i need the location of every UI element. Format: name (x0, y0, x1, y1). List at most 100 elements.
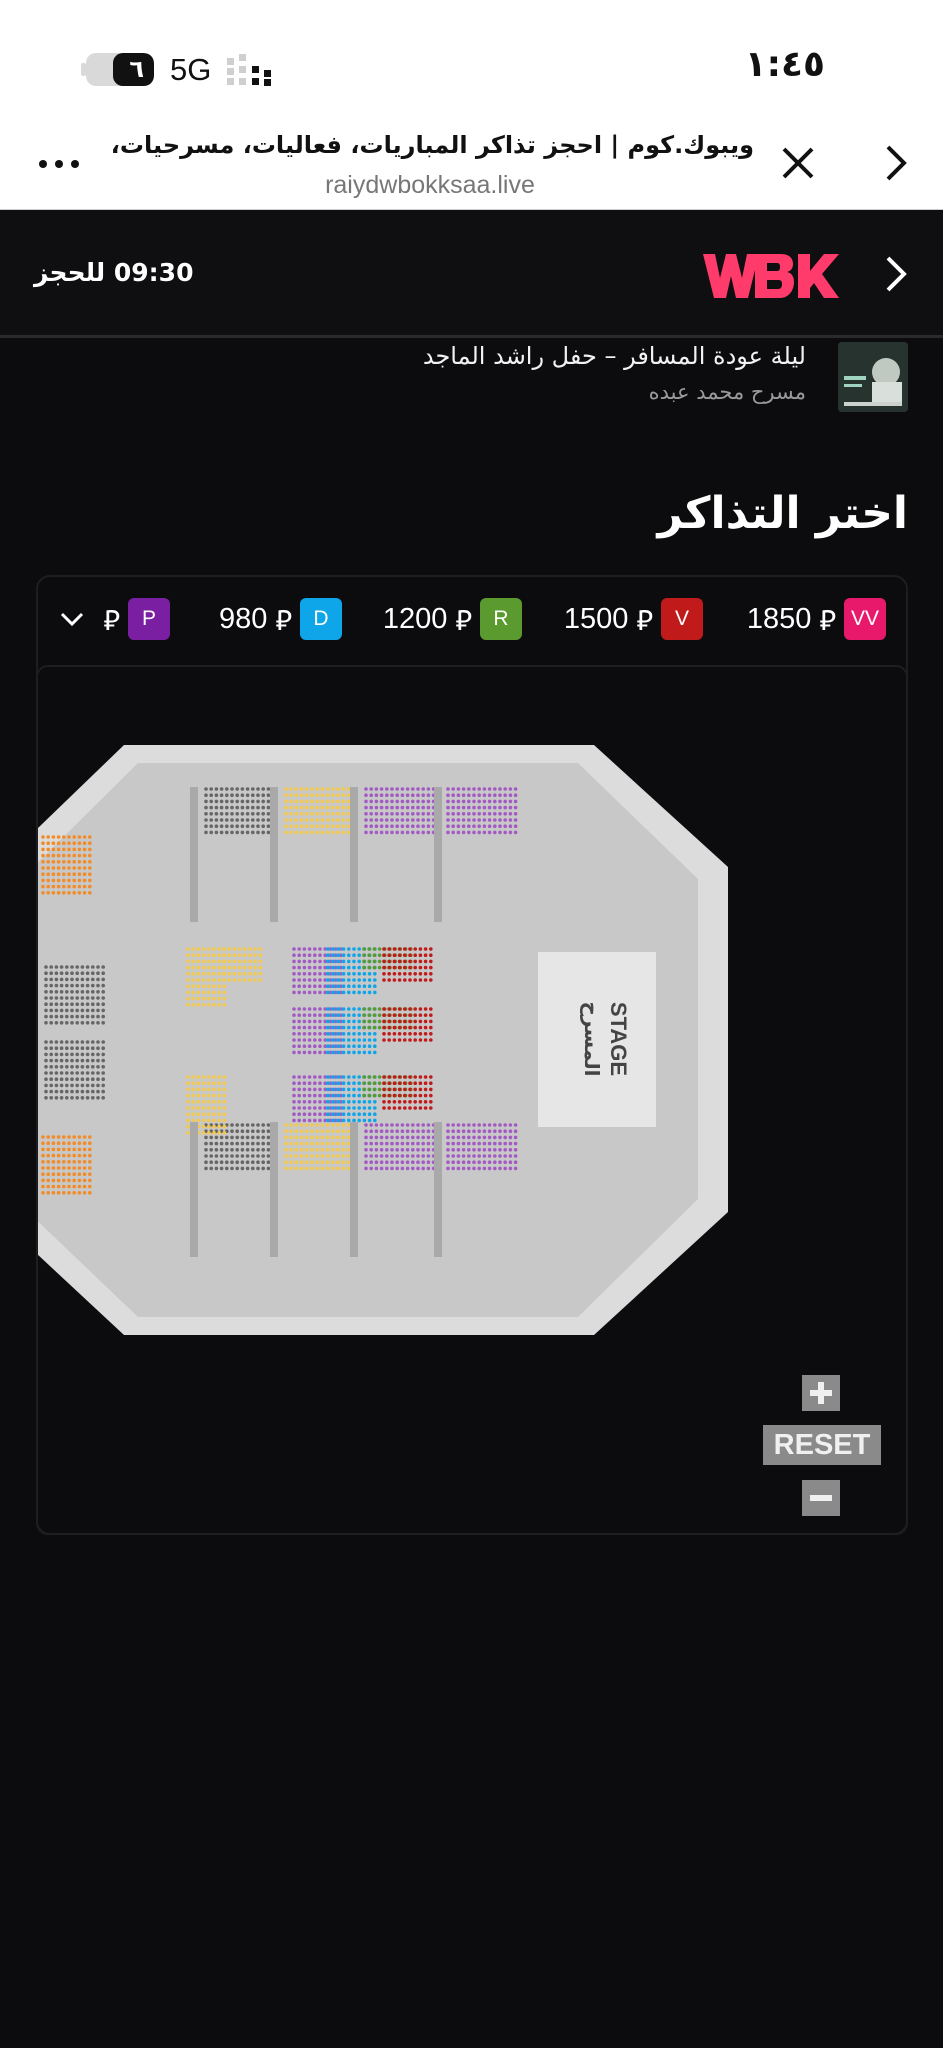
seat[interactable] (403, 978, 407, 982)
seat[interactable] (217, 1075, 221, 1079)
seat[interactable] (191, 947, 195, 951)
seat[interactable] (362, 1118, 367, 1123)
seat[interactable] (214, 830, 219, 835)
seat[interactable] (91, 1046, 95, 1050)
seat[interactable] (423, 1019, 428, 1024)
seat[interactable] (302, 1106, 307, 1110)
seat[interactable] (292, 978, 296, 982)
seat[interactable] (331, 805, 335, 810)
seat[interactable] (397, 1019, 402, 1024)
seat[interactable] (201, 1112, 206, 1116)
seat[interactable] (214, 1135, 219, 1140)
seat[interactable] (299, 799, 304, 804)
seat[interactable] (80, 1083, 85, 1088)
seat[interactable] (96, 990, 100, 994)
seat[interactable] (421, 805, 426, 810)
seat[interactable] (487, 1148, 492, 1152)
seat[interactable] (395, 1135, 400, 1140)
seat[interactable] (456, 1166, 461, 1171)
seat[interactable] (207, 1075, 211, 1079)
seat[interactable] (46, 878, 50, 883)
seat[interactable] (72, 835, 76, 839)
seat[interactable] (382, 978, 386, 982)
seat[interactable] (331, 972, 336, 976)
seat[interactable] (289, 1123, 293, 1127)
seat[interactable] (372, 947, 377, 951)
seat[interactable] (411, 1154, 415, 1158)
seat[interactable] (336, 1135, 340, 1140)
seat[interactable] (421, 818, 426, 822)
seat[interactable] (498, 1148, 502, 1152)
seat[interactable] (77, 1191, 82, 1195)
seat[interactable] (80, 1021, 85, 1025)
seat[interactable] (266, 805, 271, 810)
seat[interactable] (297, 1044, 302, 1048)
seat[interactable] (256, 1129, 260, 1133)
seat[interactable] (313, 953, 317, 957)
seat[interactable] (377, 1081, 382, 1085)
seat[interactable] (212, 1112, 216, 1116)
seat[interactable] (49, 983, 53, 988)
seat[interactable] (62, 853, 66, 858)
seat[interactable] (232, 978, 237, 982)
seat[interactable] (75, 1021, 79, 1025)
seat[interactable] (75, 1008, 79, 1013)
seat[interactable] (341, 1019, 346, 1024)
seat[interactable] (307, 959, 312, 964)
seat[interactable] (310, 818, 314, 822)
seat[interactable] (302, 1075, 307, 1079)
seat[interactable] (266, 1141, 271, 1146)
seat[interactable] (305, 1148, 309, 1152)
seat[interactable] (207, 1131, 211, 1135)
seat[interactable] (385, 793, 389, 797)
seat[interactable] (461, 799, 466, 804)
seat[interactable] (209, 805, 213, 810)
seat[interactable] (315, 1141, 320, 1146)
seat[interactable] (59, 1083, 64, 1088)
seat[interactable] (222, 1087, 227, 1092)
seat[interactable] (289, 805, 293, 810)
seat[interactable] (331, 1075, 336, 1079)
seat[interactable] (392, 959, 397, 964)
seat[interactable] (204, 793, 208, 797)
seat[interactable] (251, 799, 255, 804)
seat[interactable] (418, 972, 423, 976)
seat[interactable] (51, 1191, 56, 1195)
seat[interactable] (289, 1129, 293, 1133)
seat[interactable] (245, 824, 250, 828)
seat[interactable] (186, 1087, 190, 1092)
seat[interactable] (408, 1075, 412, 1079)
seat[interactable] (315, 1129, 320, 1133)
seat[interactable] (347, 1081, 351, 1085)
seat[interactable] (320, 1148, 325, 1152)
seat[interactable] (88, 891, 92, 895)
seat[interactable] (395, 1129, 400, 1133)
seat[interactable] (498, 812, 502, 816)
seat[interactable] (331, 1100, 336, 1104)
seat[interactable] (204, 805, 208, 810)
seat[interactable] (72, 1166, 76, 1170)
seat[interactable] (201, 947, 206, 951)
seat[interactable] (82, 1153, 87, 1158)
seat[interactable] (307, 1044, 312, 1048)
seat[interactable] (390, 1148, 394, 1152)
seat[interactable] (405, 830, 410, 835)
seat[interactable] (307, 1100, 312, 1104)
seat[interactable] (245, 805, 250, 810)
seat[interactable] (341, 818, 346, 822)
seat[interactable] (429, 959, 433, 964)
seat[interactable] (75, 1065, 79, 1069)
seat[interactable] (357, 1106, 362, 1110)
seat[interactable] (85, 1052, 90, 1057)
seat[interactable] (405, 793, 410, 797)
seat[interactable] (240, 818, 245, 822)
seat[interactable] (508, 1129, 513, 1133)
seat[interactable] (347, 1093, 351, 1098)
seat[interactable] (44, 1052, 48, 1057)
seat[interactable] (426, 1166, 431, 1171)
seat[interactable] (225, 1141, 229, 1146)
seat[interactable] (297, 1038, 302, 1042)
seat[interactable] (72, 1141, 76, 1145)
seat[interactable] (261, 1154, 265, 1158)
seat[interactable] (222, 978, 226, 982)
